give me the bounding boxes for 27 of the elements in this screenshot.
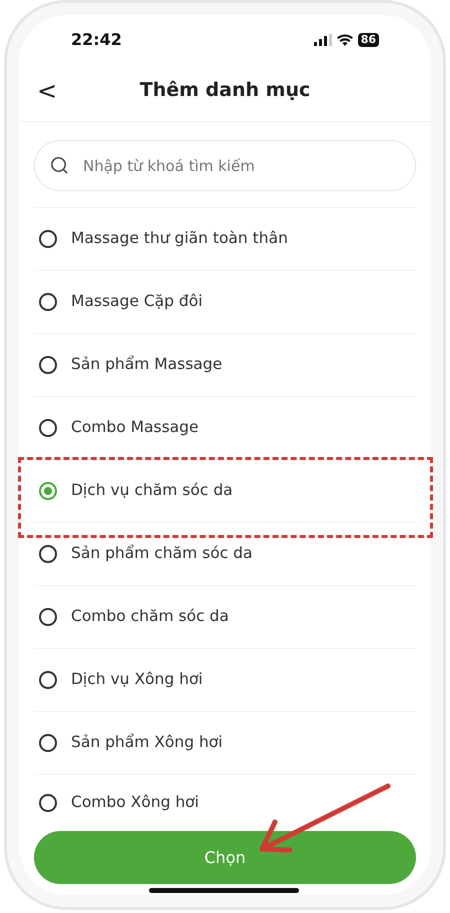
category-option[interactable]: Sản phẩm Xông hơi bbox=[34, 711, 416, 774]
radio-button[interactable] bbox=[39, 671, 57, 689]
search-icon bbox=[50, 156, 69, 175]
radio-button[interactable] bbox=[39, 230, 57, 248]
radio-button[interactable] bbox=[39, 794, 57, 812]
category-option[interactable]: Massage Cặp đôi bbox=[34, 270, 416, 333]
category-option[interactable]: Combo Massage bbox=[34, 396, 416, 459]
radio-button[interactable] bbox=[39, 545, 57, 563]
radio-button[interactable] bbox=[39, 482, 57, 500]
radio-button[interactable] bbox=[39, 419, 57, 437]
wifi-icon bbox=[336, 34, 353, 46]
signal-icon bbox=[314, 34, 332, 46]
search-field[interactable]: Nhập từ khoá tìm kiếm bbox=[34, 140, 416, 191]
category-option[interactable]: Sản phẩm Massage bbox=[34, 333, 416, 396]
category-option[interactable]: Sản phẩm chăm sóc da bbox=[34, 522, 416, 585]
page-title: Thêm danh mục bbox=[140, 78, 310, 104]
category-option[interactable]: Massage thư giãn toàn thân bbox=[34, 207, 416, 270]
radio-button[interactable] bbox=[39, 734, 57, 752]
radio-button[interactable] bbox=[39, 356, 57, 374]
category-option[interactable]: Combo chăm sóc da bbox=[34, 585, 416, 648]
status-time: 22:42 bbox=[71, 28, 122, 50]
radio-button[interactable] bbox=[39, 293, 57, 311]
back-button[interactable]: < bbox=[33, 72, 62, 108]
battery-indicator: 86 bbox=[358, 32, 379, 46]
category-option[interactable]: Dịch vụ chăm sóc da bbox=[34, 459, 416, 522]
category-option[interactable]: Dịch vụ Xông hơi bbox=[34, 648, 416, 711]
radio-button[interactable] bbox=[39, 608, 57, 626]
